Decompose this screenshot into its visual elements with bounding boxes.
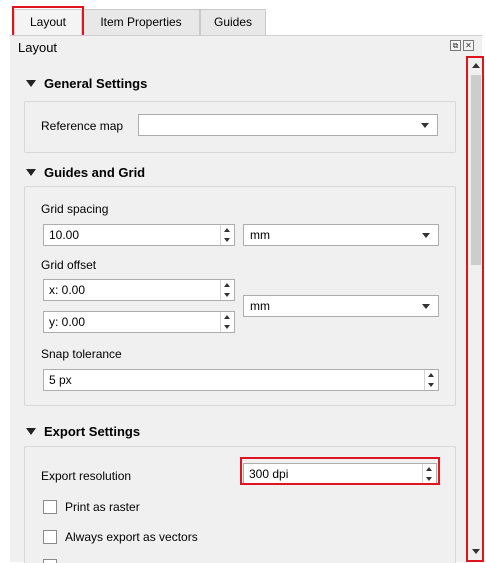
grid-spacing-spinner[interactable] bbox=[220, 225, 234, 245]
reference-map-combo[interactable] bbox=[138, 114, 438, 136]
guides-grid-group: Grid spacing 10.00 mm Grid offset x: 0.0… bbox=[24, 186, 456, 406]
export-resolution-label: Export resolution bbox=[41, 469, 132, 483]
collapse-triangle-icon bbox=[26, 80, 36, 87]
grid-offset-unit-combo[interactable]: mm bbox=[243, 295, 439, 317]
guides-grid-title: Guides and Grid bbox=[44, 165, 146, 180]
snap-tolerance-label: Snap tolerance bbox=[41, 347, 122, 361]
grid-offset-label: Grid offset bbox=[41, 258, 97, 272]
grid-offset-y-spinner[interactable] bbox=[220, 312, 234, 332]
grid-offset-x-value: x: 0.00 bbox=[49, 283, 86, 297]
chevron-down-icon bbox=[422, 304, 430, 309]
chevron-down-icon bbox=[421, 123, 429, 128]
reference-map-label: Reference map bbox=[41, 119, 124, 133]
print-as-raster-label: Print as raster bbox=[65, 500, 140, 514]
collapse-triangle-icon bbox=[26, 169, 36, 176]
grid-offset-unit-value: mm bbox=[250, 299, 270, 313]
general-settings-group: Reference map bbox=[24, 101, 456, 153]
grid-offset-x-input[interactable]: x: 0.00 bbox=[43, 279, 235, 301]
grid-spacing-unit-value: mm bbox=[250, 228, 270, 242]
scrollbar-highlight bbox=[466, 56, 484, 562]
panel-title: Layout bbox=[18, 40, 58, 55]
always-export-vectors-checkbox[interactable] bbox=[43, 530, 57, 544]
tab-guides[interactable]: Guides bbox=[200, 9, 266, 35]
export-settings-header[interactable]: Export Settings bbox=[26, 424, 140, 439]
general-settings-header[interactable]: General Settings bbox=[26, 76, 147, 91]
grid-offset-y-value: y: 0.00 bbox=[49, 315, 86, 329]
chevron-down-icon bbox=[422, 233, 430, 238]
grid-offset-x-spinner[interactable] bbox=[220, 280, 234, 300]
layout-tab-highlight bbox=[12, 6, 84, 38]
general-settings-title: General Settings bbox=[44, 76, 148, 91]
snap-tolerance-input[interactable]: 5 px bbox=[43, 369, 439, 391]
snap-tolerance-value: 5 px bbox=[49, 373, 72, 387]
close-icon[interactable]: ✕ bbox=[463, 40, 474, 51]
export-settings-title: Export Settings bbox=[44, 424, 141, 439]
grid-spacing-label: Grid spacing bbox=[41, 202, 109, 216]
collapse-triangle-icon bbox=[26, 428, 36, 435]
float-icon[interactable]: ⧉ bbox=[450, 40, 461, 51]
export-resolution-highlight bbox=[240, 457, 440, 485]
grid-spacing-input[interactable]: 10.00 bbox=[43, 224, 235, 246]
print-as-raster-checkbox[interactable] bbox=[43, 500, 57, 514]
next-option-checkbox[interactable] bbox=[43, 559, 57, 563]
panel-content: General Settings Reference map Guides an… bbox=[10, 66, 460, 563]
grid-spacing-unit-combo[interactable]: mm bbox=[243, 224, 439, 246]
guides-grid-header[interactable]: Guides and Grid bbox=[26, 165, 145, 180]
snap-tolerance-spinner[interactable] bbox=[424, 370, 438, 390]
always-export-vectors-label: Always export as vectors bbox=[65, 530, 198, 544]
grid-spacing-value: 10.00 bbox=[49, 228, 80, 242]
tab-item-properties[interactable]: Item Properties bbox=[82, 9, 200, 35]
grid-offset-y-input[interactable]: y: 0.00 bbox=[43, 311, 235, 333]
